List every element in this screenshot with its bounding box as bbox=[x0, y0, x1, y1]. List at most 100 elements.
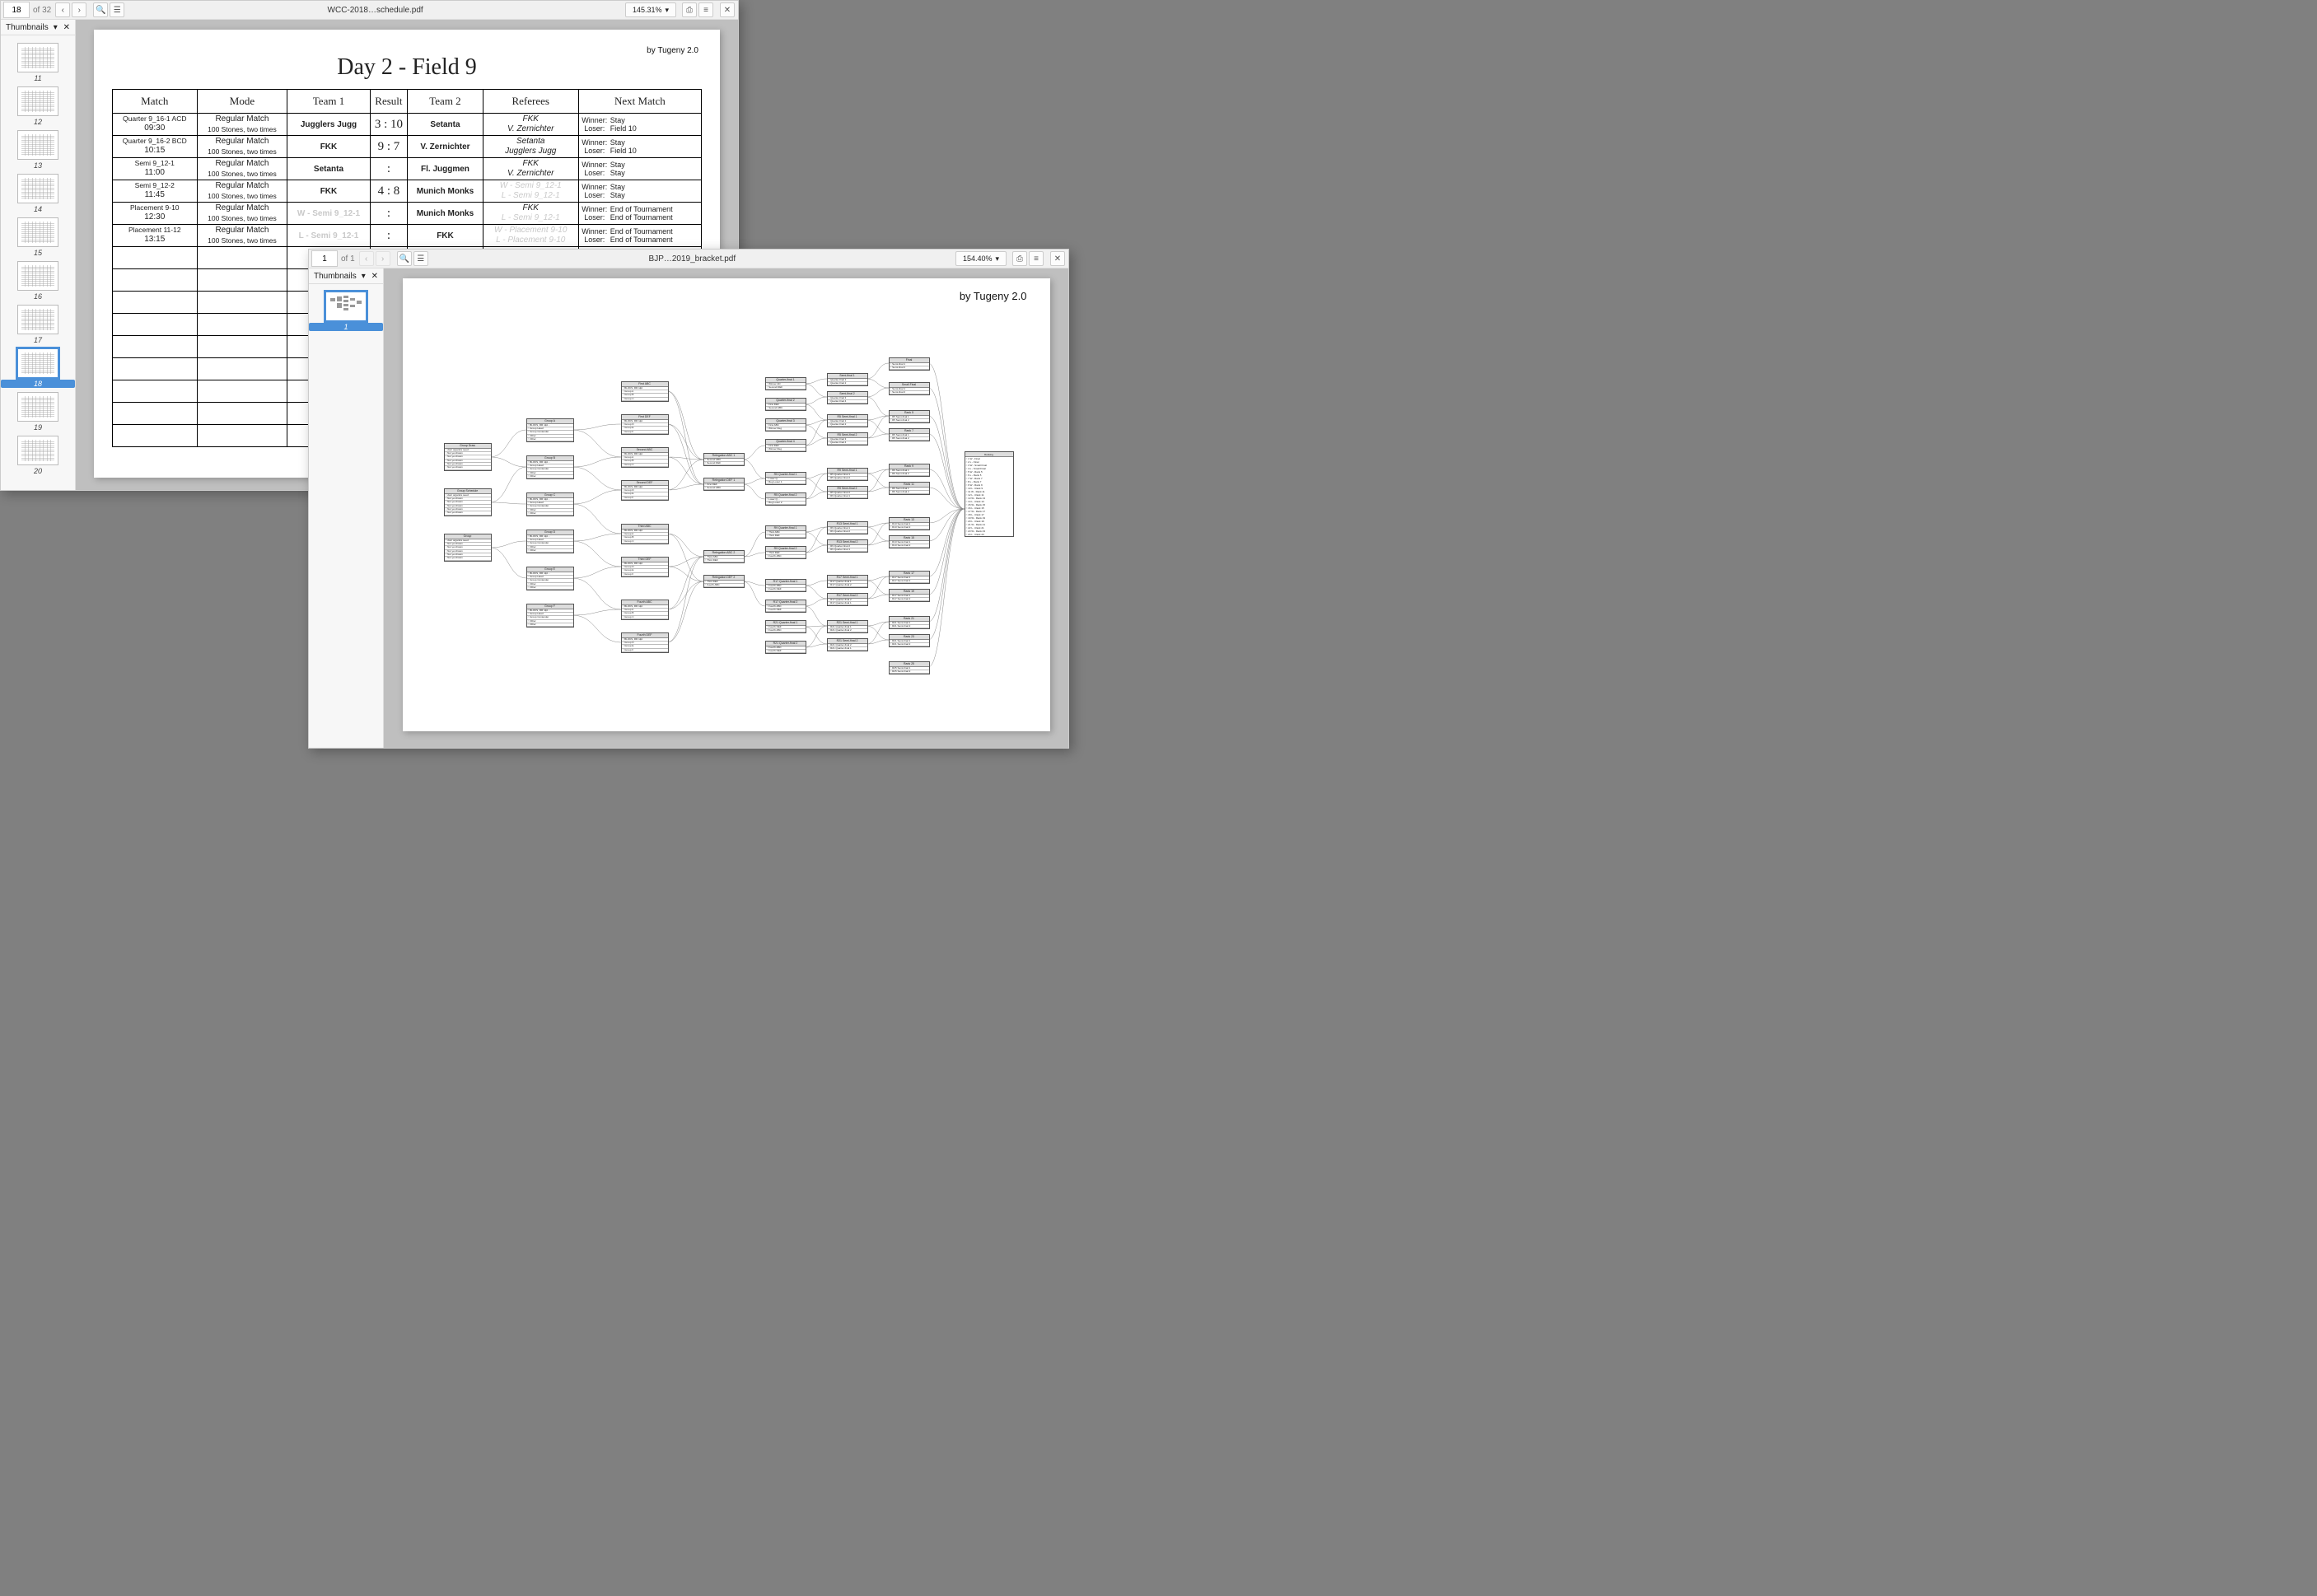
bracket-node: R21 Semi-final 2○ R21 Quarter-final 2○ R… bbox=[827, 638, 868, 651]
bracket-node: First ABC○ BLOKS, RR rdpl○ Group A○ Grou… bbox=[621, 381, 669, 402]
sidebar-header: Thumbnails ▾ ✕ bbox=[309, 268, 383, 284]
search-button[interactable]: 🔍 bbox=[93, 2, 108, 17]
bracket-node: R21 Semi-final 1○ R21 Quarter-final 1○ R… bbox=[827, 620, 868, 633]
search-button[interactable]: 🔍 bbox=[397, 251, 412, 266]
chevron-down-icon: ▾ bbox=[666, 6, 670, 15]
bracket-node: R13 Semi-final 1○ R9 Quarter-final 1○ R9… bbox=[827, 521, 868, 534]
sidebar-mode-label[interactable]: Thumbnails bbox=[314, 272, 357, 281]
bracket-node: Group F○ BLOKS, RR rdpl…○ Group Head○ Gr… bbox=[526, 604, 574, 628]
bracket-node: Group Schedule○ dont organize seed○ Not … bbox=[444, 488, 492, 516]
bracket-node: Small Final○ Semi-final 1○ Semi-final 2 bbox=[889, 382, 930, 395]
thumbnail-label: 13 bbox=[1, 161, 75, 170]
page-area[interactable]: by Tugeny 2.0 Group Draw○ dont organize … bbox=[384, 268, 1068, 748]
thumbnail-page-15[interactable] bbox=[17, 217, 58, 247]
bracket-node: R5 Quarter-final 2○ Loser Q…○ Reg Loser … bbox=[765, 492, 806, 506]
prev-page-button[interactable]: ‹ bbox=[55, 2, 70, 17]
thumbnail-page-1[interactable] bbox=[325, 292, 367, 321]
close-sidebar-button[interactable]: ✕ bbox=[371, 272, 378, 281]
bracket-node: Quarter-final 1○ Winner AD○ Second DEF bbox=[765, 377, 806, 390]
close-window-button[interactable]: ✕ bbox=[1050, 251, 1065, 266]
bracket-node: Semi-final 2○ Quarter-final 3○ Quarter-f… bbox=[827, 391, 868, 404]
thumbnail-page-12[interactable] bbox=[17, 86, 58, 116]
table-row: Placement 9-1012:30Regular Match100 Ston… bbox=[113, 203, 702, 225]
thumbnail-page-11[interactable] bbox=[17, 43, 58, 72]
prev-page-button[interactable]: ‹ bbox=[359, 251, 374, 266]
document-properties-button[interactable]: ⎙ bbox=[682, 2, 697, 17]
document-properties-button[interactable]: ⎙ bbox=[1012, 251, 1027, 266]
bracket-node: Rank 5○ R5 Semi-final 1○ R5 Semi-final 2 bbox=[889, 410, 930, 423]
connector-lines bbox=[444, 328, 1034, 707]
thumbnail-page-16[interactable] bbox=[17, 261, 58, 291]
table-row: Placement 11-1213:15Regular Match100 Sto… bbox=[113, 225, 702, 247]
bracket-node: R21 Quarter-final 2○ Fourth ABC○ Fourth … bbox=[765, 641, 806, 654]
bracket-node: Relegation ABC 2○ Third ABC○ Third DEF bbox=[703, 550, 745, 563]
bracket-node: Final○ Semi-final 1○ Semi-final 2 bbox=[889, 357, 930, 371]
table-row: Semi 9_12-111:00Regular Match100 Stones,… bbox=[113, 158, 702, 180]
bracket-node: R17 Semi-final 2○ R17 Quarter-final 2○ R… bbox=[827, 593, 868, 606]
page-title: Day 2 - Field 9 bbox=[112, 54, 702, 81]
table-header: Result bbox=[370, 90, 408, 114]
pdf-viewer-window-2: of 1 ‹ › 🔍 ☰ BJP…2019_bracket.pdf 154.40… bbox=[308, 249, 1069, 749]
bracket-node: Rank 7○ R5 Semi-final 1○ R5 Semi-final 2 bbox=[889, 428, 930, 441]
table-header: Team 2 bbox=[408, 90, 483, 114]
thumbnail-page-14[interactable] bbox=[17, 174, 58, 203]
page-of-label: of 32 bbox=[33, 6, 51, 15]
credit-label: by Tugeny 2.0 bbox=[647, 46, 698, 55]
thumbnails-sidebar: Thumbnails ▾ ✕ 11121314151617181920 bbox=[1, 20, 76, 490]
zoom-dropdown[interactable]: 154.40%▾ bbox=[955, 251, 1007, 266]
thumbnail-page-13[interactable] bbox=[17, 130, 58, 160]
thumbnail-label: 16 bbox=[1, 292, 75, 301]
chevron-down-icon[interactable]: ▾ bbox=[362, 272, 366, 281]
thumbnail-label: 12 bbox=[1, 118, 75, 126]
bracket-node: Fourth ABC○ BLOKS, RR rdpl○ Group A○ Gro… bbox=[621, 600, 669, 620]
bracket-node: Rank 11○ R9 Semi-final 1○ R9 Semi-final … bbox=[889, 482, 930, 495]
bracket-node: Rank 17○ R17 Semi-final 1○ R17 Semi-fina… bbox=[889, 571, 930, 584]
bracket-node: Semi-final 1○ Quarter-final 1○ Quarter-f… bbox=[827, 373, 868, 386]
close-window-button[interactable]: ✕ bbox=[720, 2, 735, 17]
bracket-node: Relegation DEF 1○ First DEF○ Second ABC bbox=[703, 478, 745, 491]
page-number-input[interactable] bbox=[311, 250, 338, 267]
bracket-node: Group B○ BLOKS, RR rdpl…○ Group Head○ Gr… bbox=[526, 455, 574, 479]
thumbnail-label: 19 bbox=[1, 423, 75, 432]
thumbnail-label: 20 bbox=[1, 467, 75, 475]
bracket-node: Rank 13○ R13 Semi-final 1○ R13 Semi-fina… bbox=[889, 517, 930, 530]
thumbnail-list[interactable]: 11121314151617181920 bbox=[1, 35, 75, 490]
sidebar-mode-label[interactable]: Thumbnails bbox=[6, 23, 49, 32]
table-header: Referees bbox=[483, 90, 578, 114]
thumbnail-page-19[interactable] bbox=[17, 392, 58, 422]
thumbnail-page-17[interactable] bbox=[17, 305, 58, 334]
sidebar-toggle-button[interactable]: ☰ bbox=[413, 251, 428, 266]
thumbnail-label: 11 bbox=[1, 74, 75, 82]
bracket-node: R5 Semi-final 1○ Quarter-final 1○ Quarte… bbox=[827, 414, 868, 427]
toolbar: of 32 ‹ › 🔍 ☰ WCC-2018…schedule.pdf 145.… bbox=[1, 1, 738, 20]
table-header: Next Match bbox=[578, 90, 701, 114]
thumbnail-list[interactable]: 1 bbox=[309, 284, 383, 748]
menu-button[interactable]: ≡ bbox=[698, 2, 713, 17]
chevron-down-icon[interactable]: ▾ bbox=[54, 23, 58, 32]
bracket-node: R5 Semi-final 2○ Quarter-final 3○ Quarte… bbox=[827, 432, 868, 446]
thumbnail-page-20[interactable] bbox=[17, 436, 58, 465]
sidebar-toggle-button[interactable]: ☰ bbox=[110, 2, 124, 17]
toolbar: of 1 ‹ › 🔍 ☰ BJP…2019_bracket.pdf 154.40… bbox=[309, 250, 1068, 268]
thumbnail-label: 1 bbox=[309, 323, 383, 331]
close-sidebar-button[interactable]: ✕ bbox=[63, 23, 70, 32]
bracket-node: Relegation DEF 2○ Third DEF○ Fourth ABC bbox=[703, 575, 745, 588]
next-page-button[interactable]: › bbox=[72, 2, 86, 17]
page-number-input[interactable] bbox=[3, 2, 30, 18]
thumbnail-label: 15 bbox=[1, 249, 75, 257]
table-row: Quarter 9_16-2 BCD10:15Regular Match100 … bbox=[113, 136, 702, 158]
thumbnail-label: 14 bbox=[1, 205, 75, 213]
thumbnail-page-18[interactable] bbox=[17, 348, 58, 378]
zoom-dropdown[interactable]: 145.31%▾ bbox=[625, 2, 676, 17]
next-page-button[interactable]: › bbox=[376, 251, 390, 266]
bracket-node: R9 Quarter-final 1○ Third ABC○ Third DEF bbox=[765, 525, 806, 539]
bracket-node: Third DEF○ BLOKS, RR rdpl○ Group D○ Grou… bbox=[621, 557, 669, 577]
menu-button[interactable]: ≡ bbox=[1029, 251, 1044, 266]
bracket-node: R13 Semi-final 2○ R9 Quarter-final 2○ R9… bbox=[827, 539, 868, 553]
bracket-node: First DEF○ BLOKS, RR rdpl○ Group D○ Grou… bbox=[621, 414, 669, 435]
chevron-down-icon: ▾ bbox=[996, 254, 1000, 264]
bracket-node: Fourth DEF○ BLOKS, RR rdpl○ Group D○ Gro… bbox=[621, 632, 669, 653]
table-row: Semi 9_12-211:45Regular Match100 Stones,… bbox=[113, 180, 702, 203]
bracket-node: Quarter-final 2○ First DEF○ Second ABC bbox=[765, 398, 806, 411]
thumbnails-sidebar: Thumbnails ▾ ✕ 1 bbox=[309, 268, 384, 748]
